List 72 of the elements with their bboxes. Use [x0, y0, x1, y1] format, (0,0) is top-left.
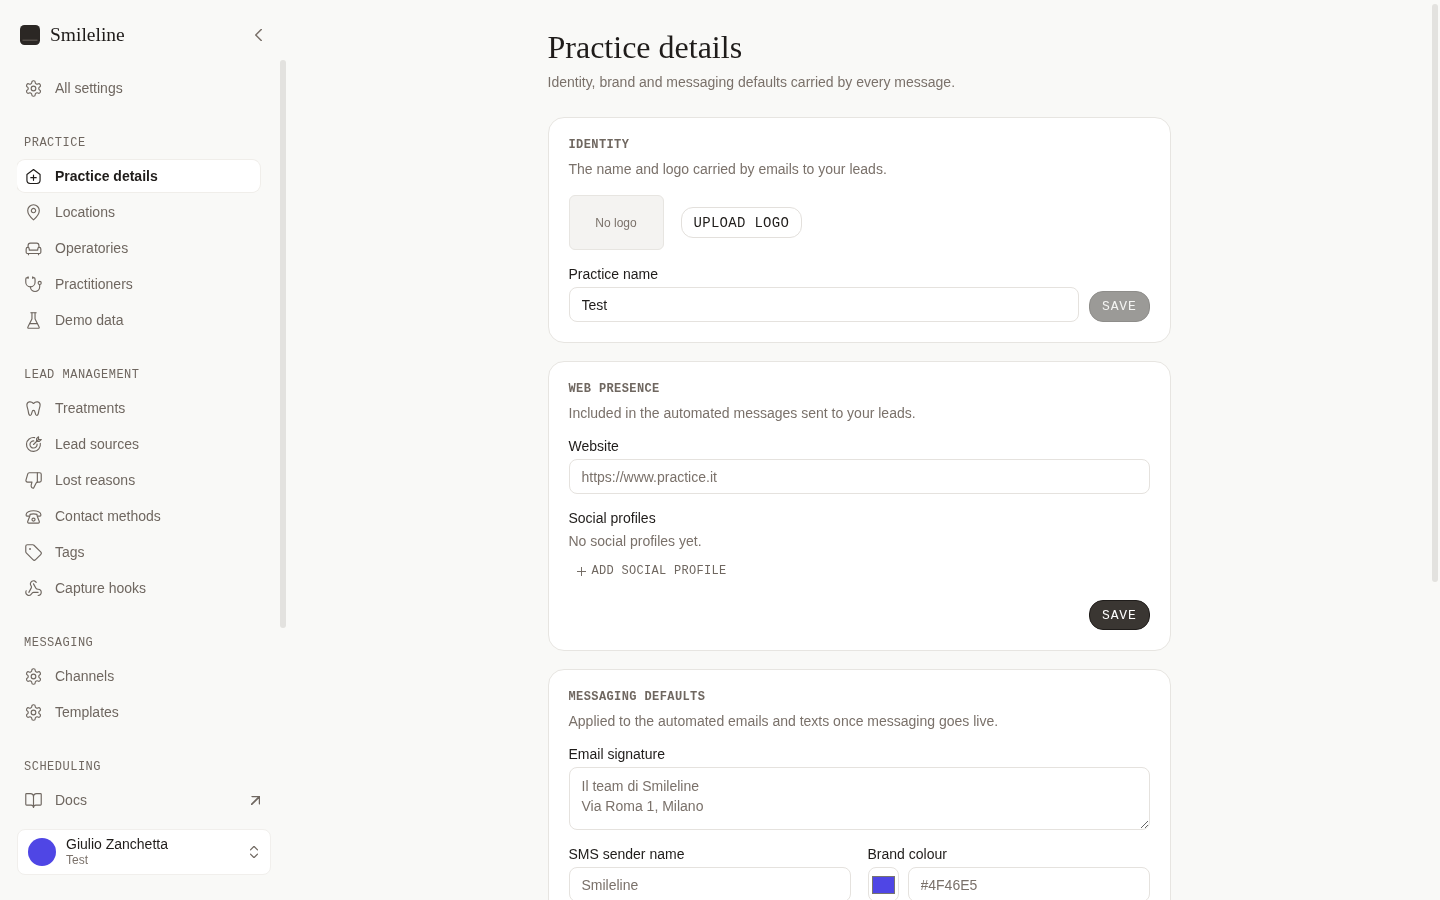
- tag-icon: [25, 543, 42, 561]
- collapse-button[interactable]: [255, 29, 262, 41]
- gear-icon: [25, 79, 42, 97]
- flask-icon: [25, 311, 42, 329]
- logo-preview-field[interactable]: No logo: [568, 195, 664, 250]
- save-button[interactable]: SAVE: [1089, 600, 1150, 630]
- scrollbar-thumb[interactable]: [1432, 4, 1438, 582]
- telephone-icon: [25, 507, 42, 525]
- sidebar-item[interactable]: Treatments: [17, 392, 260, 424]
- input-field[interactable]: #4F46E5: [907, 867, 1150, 900]
- field-label: Website: [568, 437, 620, 456]
- sidebar-item[interactable]: All settings: [17, 72, 260, 104]
- upload-button[interactable]: UPLOAD LOGO: [680, 207, 803, 238]
- chevron-left-icon: [255, 29, 262, 41]
- sidebar-item[interactable]: Operatories: [17, 232, 260, 264]
- gear-icon: [25, 703, 42, 721]
- empty-state-text: No social profiles yet.: [568, 532, 703, 551]
- sidebar-item[interactable]: Locations: [17, 196, 260, 228]
- plus-icon: [576, 566, 586, 576]
- book-icon: [25, 791, 42, 809]
- section-description: Applied to the automated emails and texts once messaging goes live.: [568, 712, 1000, 731]
- chevrons-up-down-icon: [250, 846, 258, 858]
- section-description: Included in the automated messages sent to your leads.: [568, 404, 917, 423]
- user-subtitle: Test: [66, 853, 89, 868]
- sidebar-item[interactable]: Docs: [17, 784, 260, 816]
- section-heading: LEAD MANAGEMENT: [24, 367, 141, 383]
- section-heading: MESSAGING: [24, 635, 95, 651]
- thumbs-down-icon: [25, 471, 42, 489]
- add-button[interactable]: ADD SOCIAL PROFILE: [568, 559, 735, 583]
- sidebar-item[interactable]: Lost reasons: [17, 464, 260, 496]
- stethoscope-icon: [25, 275, 42, 293]
- page-title: Practice details: [547, 28, 744, 67]
- scrollbar-thumb[interactable]: [280, 60, 286, 628]
- sidebar-item[interactable]: Demo data: [17, 304, 260, 336]
- section-heading: PRACTICE: [24, 135, 87, 151]
- tooth-icon: [25, 399, 42, 417]
- avatar-icon: [28, 838, 56, 866]
- input-field[interactable]: Test: [568, 287, 1080, 322]
- input-field[interactable]: Smileline: [568, 867, 851, 900]
- field-label: SMS sender name: [568, 845, 686, 864]
- field-label: Email signature: [568, 745, 666, 764]
- gear-icon: [25, 667, 42, 685]
- map-pin-icon: [25, 203, 42, 221]
- house-plus-icon: [25, 167, 42, 185]
- section-heading: WEB PRESENCE: [568, 381, 661, 397]
- textarea-field[interactable]: Il team di Smileline Via Roma 1, Milano: [568, 767, 1150, 830]
- sidebar-item[interactable]: Templates: [17, 696, 260, 728]
- section-heading: SCHEDULING: [24, 759, 102, 775]
- section-heading: MESSAGING DEFAULTS: [568, 689, 707, 705]
- input-field[interactable]: https://www.practice.it: [568, 459, 1150, 494]
- color-picker-button[interactable]: [867, 867, 899, 900]
- sidebar-item[interactable]: Practice details: [17, 160, 260, 192]
- target-icon: [25, 435, 42, 453]
- sidebar-item[interactable]: Practitioners: [17, 268, 260, 300]
- page-subtitle: Identity, brand and messaging defaults carried by every message.: [547, 73, 957, 92]
- user-card[interactable]: Giulio Zanchetta Test: [17, 829, 271, 875]
- sofa-icon: [25, 239, 42, 257]
- field-label: Practice name: [568, 265, 659, 284]
- sidebar-item[interactable]: Capture hooks: [17, 572, 260, 604]
- brand-name: Smileline: [50, 23, 125, 47]
- webhook-icon: [25, 579, 42, 597]
- field-label: Brand colour: [867, 845, 948, 864]
- sidebar-item[interactable]: Channels: [17, 660, 260, 692]
- user-name: Giulio Zanchetta: [66, 836, 168, 853]
- arrow-up-right-icon: [251, 795, 260, 805]
- sidebar-item[interactable]: Tags: [17, 536, 260, 568]
- sidebar-item[interactable]: Lead sources: [17, 428, 260, 460]
- logo-icon: [20, 25, 40, 45]
- field-label: Social profiles: [568, 509, 657, 528]
- section-heading: IDENTITY: [568, 137, 631, 153]
- section-description: The name and logo carried by emails to your leads.: [568, 160, 888, 179]
- sidebar-item[interactable]: Contact methods: [17, 500, 260, 532]
